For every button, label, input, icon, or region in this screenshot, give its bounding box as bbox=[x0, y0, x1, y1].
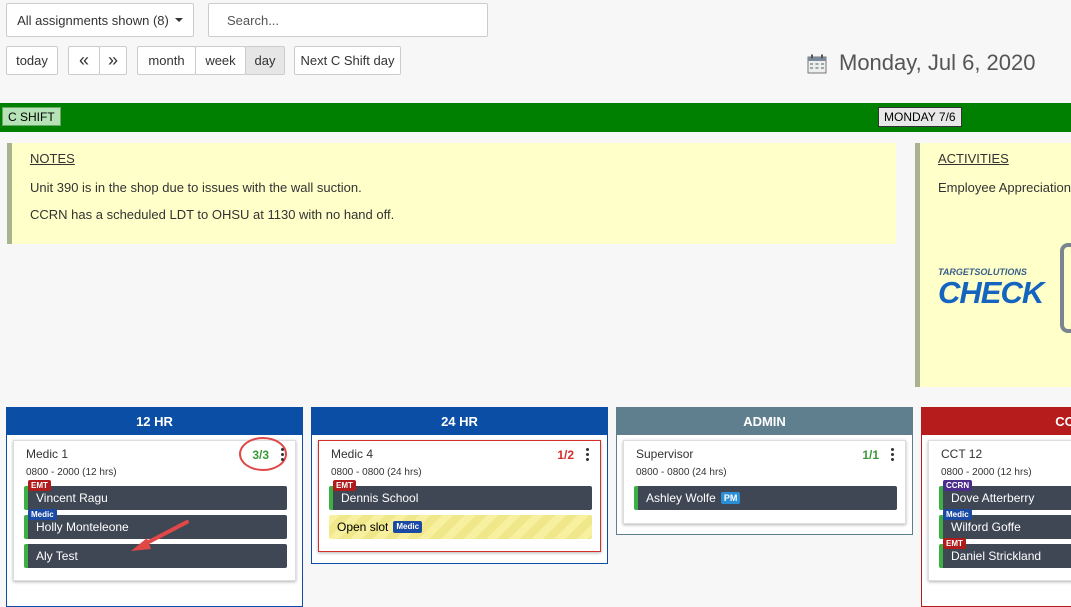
assignment-card-cct-12[interactable]: CCT 12 0800 - 2000 (12 hrs) Dove Atterbe… bbox=[928, 440, 1071, 581]
activities-heading: ACTIVITIES bbox=[938, 151, 1009, 166]
calendar-icon bbox=[807, 54, 827, 74]
role-badge-emt: EMT bbox=[943, 538, 966, 549]
staffing-count: 1/1 bbox=[862, 448, 879, 462]
card-title: Supervisor bbox=[636, 447, 694, 461]
assignment-card-medic-1[interactable]: Medic 1 0800 - 2000 (12 hrs) 3/3 Vincent… bbox=[13, 437, 296, 581]
note-line: Unit 390 is in the shop due to issues wi… bbox=[30, 180, 362, 195]
role-badge-emt: EMT bbox=[28, 480, 51, 491]
day-view-button[interactable]: day bbox=[245, 46, 285, 75]
card-menu-icon[interactable] bbox=[891, 448, 895, 463]
caret-down-icon bbox=[174, 18, 183, 22]
column-12hr: 12 HR Medic 1 0800 - 2000 (12 hrs) 3/3 V… bbox=[6, 407, 303, 607]
role-badge-emt: EMT bbox=[333, 480, 356, 491]
activities-panel: ACTIVITIES Employee Appreciation TARGETS… bbox=[915, 143, 1071, 387]
assignments-filter-label: All assignments shown (8) bbox=[17, 12, 169, 28]
card-hours: 0800 - 2000 (12 hrs) bbox=[26, 467, 117, 478]
arrow-annotation-icon bbox=[131, 520, 189, 551]
next-shift-day-button[interactable]: Next C Shift day bbox=[294, 46, 401, 75]
column-header: 12 HR bbox=[7, 408, 302, 435]
card-title: CCT 12 bbox=[941, 447, 983, 461]
person-row[interactable]: Vincent Ragu bbox=[24, 486, 287, 510]
month-view-button[interactable]: month bbox=[137, 46, 196, 75]
search-input[interactable] bbox=[208, 3, 488, 37]
shift-day-tag: MONDAY 7/6 bbox=[878, 107, 962, 127]
role-badge-medic: Medic bbox=[393, 521, 423, 533]
card-menu-icon[interactable] bbox=[281, 448, 285, 463]
card-hours: 0800 - 2000 (12 hrs) bbox=[941, 467, 1032, 478]
next-button[interactable]: » bbox=[99, 46, 127, 75]
column-cc: CC CCT 12 0800 - 2000 (12 hrs) Dove Atte… bbox=[921, 407, 1071, 607]
targetsolutions-check-logo: TARGETSOLUTIONS CHECK bbox=[938, 267, 1044, 310]
notes-panel: NOTES Unit 390 is in the shop due to iss… bbox=[7, 143, 896, 244]
prev-button[interactable]: « bbox=[68, 46, 100, 75]
date-title: Monday, Jul 6, 2020 bbox=[839, 50, 1036, 75]
notes-heading: NOTES bbox=[30, 151, 75, 166]
card-hours: 0800 - 0800 (24 hrs) bbox=[331, 467, 422, 478]
staffing-count: 1/2 bbox=[557, 448, 574, 462]
column-header: ADMIN bbox=[617, 408, 912, 435]
column-admin: ADMIN Supervisor 0800 - 0800 (24 hrs) 1/… bbox=[616, 407, 913, 535]
today-button[interactable]: today bbox=[6, 46, 58, 75]
card-menu-icon[interactable] bbox=[586, 448, 590, 463]
card-title: Medic 4 bbox=[331, 447, 374, 461]
card-hours: 0800 - 0800 (24 hrs) bbox=[636, 467, 727, 478]
logo-device-graphic bbox=[1060, 243, 1071, 333]
highlight-circle bbox=[239, 437, 287, 471]
assignment-card-medic-4[interactable]: Medic 4 0800 - 0800 (24 hrs) 1/2 Dennis … bbox=[318, 440, 601, 552]
column-24hr: 24 HR Medic 4 0800 - 0800 (24 hrs) 1/2 D… bbox=[311, 407, 608, 564]
role-badge-medic: Medic bbox=[943, 509, 972, 520]
card-title: Medic 1 bbox=[26, 447, 69, 461]
activity-line: Employee Appreciation bbox=[938, 180, 1071, 195]
column-header: CC bbox=[922, 408, 1071, 435]
shift-name-tag: C SHIFT bbox=[2, 107, 61, 126]
column-header: 24 HR bbox=[312, 408, 607, 435]
role-badge-ccrn: CCRN bbox=[943, 480, 973, 491]
person-row[interactable]: Ashley Wolfe PM bbox=[634, 486, 897, 510]
assignments-filter-button[interactable]: All assignments shown (8) bbox=[6, 3, 194, 37]
role-badge-pm: PM bbox=[720, 492, 741, 504]
note-line: CCRN has a scheduled LDT to OHSU at 1130… bbox=[30, 207, 395, 222]
person-row[interactable]: Dennis School bbox=[329, 486, 592, 510]
week-view-button[interactable]: week bbox=[195, 46, 246, 75]
assignment-card-supervisor[interactable]: Supervisor 0800 - 0800 (24 hrs) 1/1 Ashl… bbox=[623, 440, 906, 524]
open-slot-row[interactable]: Open slot Medic bbox=[329, 515, 592, 539]
role-badge-medic: Medic bbox=[28, 509, 57, 520]
